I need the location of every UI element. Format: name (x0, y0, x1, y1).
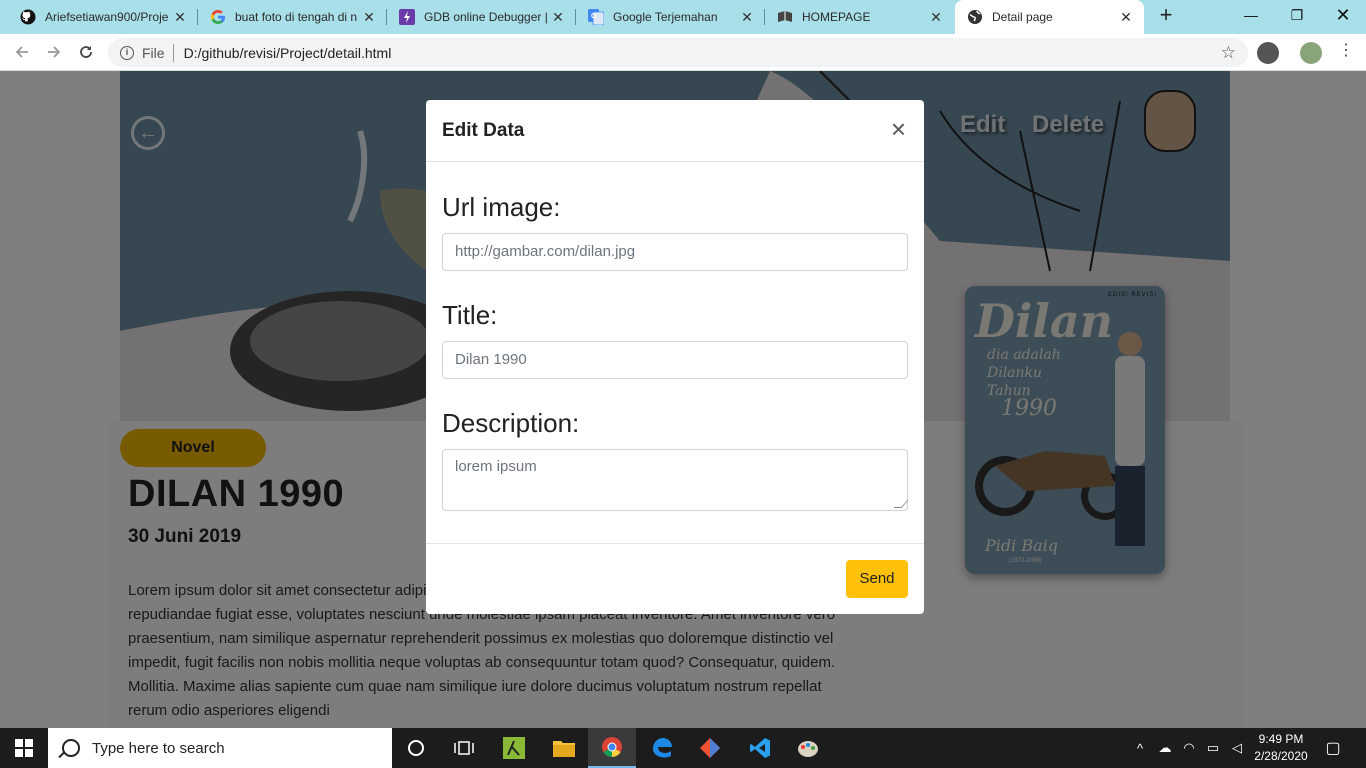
title-input[interactable]: Dilan 1990 (442, 341, 908, 379)
modal-title: Edit Data (442, 120, 525, 141)
close-tab-icon[interactable]: ✕ (550, 9, 566, 26)
close-tab-icon[interactable]: ✕ (361, 9, 377, 26)
task-view-icon[interactable] (440, 728, 488, 768)
title-label: Title: (442, 300, 498, 330)
tab-title: buat foto di tengah di n (235, 10, 358, 24)
modal-footer: Send (426, 543, 924, 614)
taskbar-clock[interactable]: 9:49 PM 2/28/2020 (1248, 731, 1314, 765)
lambda-app-icon[interactable] (490, 728, 538, 768)
modal-header: Edit Data × (426, 100, 924, 162)
edit-data-modal: Edit Data × Url image: http://gambar.com… (426, 100, 924, 614)
info-icon[interactable]: i (120, 45, 134, 60)
search-icon (62, 739, 80, 757)
browser-tab-strip: Ariefsetiawan900/Proje ✕ buat foto di te… (0, 0, 1366, 34)
forward-button[interactable] (42, 40, 66, 64)
cortana-icon[interactable] (392, 728, 440, 768)
reload-icon (80, 46, 92, 58)
clock-date: 2/28/2020 (1254, 749, 1308, 763)
globe-icon (967, 9, 983, 25)
browser-tab[interactable]: buat foto di tengah di n ✕ (198, 0, 387, 34)
menu-kebab-icon[interactable]: ⋮ (1338, 43, 1354, 59)
back-arrow-icon (15, 46, 28, 58)
description-label: Description: (442, 408, 580, 438)
close-tab-icon[interactable]: ✕ (739, 9, 755, 26)
browser-tab-active[interactable]: Detail page ✕ (955, 0, 1144, 34)
show-hidden-icons-icon[interactable]: ^ (1130, 728, 1150, 768)
git-app-icon[interactable] (686, 728, 734, 768)
close-window-button[interactable]: ✕ (1320, 0, 1366, 32)
close-tab-icon[interactable]: ✕ (928, 9, 944, 26)
battery-icon[interactable]: ▭ (1202, 728, 1224, 768)
browser-toolbar: i File D:/github/revisi/Project/detail.h… (0, 34, 1366, 71)
address-bar[interactable]: i File D:/github/revisi/Project/detail.h… (108, 38, 1248, 67)
onedrive-icon[interactable]: ☁ (1154, 728, 1176, 768)
clock-time: 9:49 PM (1258, 732, 1304, 746)
address-scheme: File (142, 44, 165, 61)
browser-tab[interactable]: GDB online Debugger | ✕ (387, 0, 576, 34)
vscode-icon[interactable] (736, 728, 784, 768)
google-icon (210, 9, 226, 25)
profile-avatar[interactable] (1300, 42, 1322, 64)
google-translate-icon: G (588, 9, 604, 25)
tab-title: GDB online Debugger | (424, 10, 548, 24)
address-url: D:/github/revisi/Project/detail.html (183, 44, 392, 61)
file-explorer-icon[interactable] (540, 728, 588, 768)
send-button[interactable]: Send (846, 560, 908, 598)
address-divider (172, 43, 174, 62)
book-icon (777, 9, 793, 25)
description-placeholder: lorem ipsum (455, 458, 537, 475)
tab-title: Detail page (992, 10, 1053, 24)
start-button[interactable] (0, 728, 48, 768)
network-icon[interactable]: ◠ (1178, 728, 1200, 768)
back-button[interactable] (10, 40, 34, 64)
paint-app-icon[interactable] (784, 728, 832, 768)
close-icon[interactable]: × (891, 116, 906, 142)
edge-icon[interactable] (638, 728, 686, 768)
chrome-icon[interactable] (588, 728, 636, 768)
windows-logo-icon (15, 739, 33, 757)
taskbar-search-placeholder: Type here to search (92, 739, 225, 757)
resize-handle[interactable] (893, 500, 909, 508)
reload-button[interactable] (74, 40, 98, 64)
url-image-label: Url image: (442, 192, 561, 222)
tab-title: Google Terjemahan (613, 10, 718, 24)
minimize-button[interactable]: — (1228, 0, 1274, 32)
description-textarea[interactable]: lorem ipsum (442, 449, 909, 511)
taskbar-search[interactable]: Type here to search (48, 728, 392, 768)
restore-button[interactable]: ❐ (1274, 0, 1320, 32)
volume-icon[interactable]: ◁ (1226, 728, 1248, 768)
browser-tab[interactable]: G Google Terjemahan ✕ (576, 0, 765, 34)
tab-title: Ariefsetiawan900/Proje (45, 10, 169, 24)
close-tab-icon[interactable]: ✕ (1118, 9, 1134, 26)
svg-text:G: G (591, 13, 597, 20)
windows-taskbar: Type here to search ^ ☁ ◠ ▭ ◁ 9:49 PM 2/… (0, 728, 1366, 768)
new-tab-button[interactable]: + (1154, 4, 1178, 28)
page-viewport: ← Edit Delete Novel DILAN 1990 30 Juni 2… (0, 71, 1366, 728)
tab-title: HOMEPAGE (802, 10, 871, 24)
forward-arrow-icon (48, 46, 61, 58)
browser-tab[interactable]: Ariefsetiawan900/Proje ✕ (8, 0, 198, 34)
bookmark-star-icon[interactable]: ☆ (1221, 43, 1236, 63)
close-tab-icon[interactable]: ✕ (172, 9, 188, 26)
extension-icon[interactable] (1257, 42, 1279, 64)
url-image-input[interactable]: http://gambar.com/dilan.jpg (442, 233, 908, 271)
gdb-icon (399, 9, 415, 25)
notification-center-icon[interactable]: ▢ (1320, 728, 1346, 768)
github-icon (20, 9, 36, 25)
browser-tab[interactable]: HOMEPAGE ✕ (765, 0, 954, 34)
